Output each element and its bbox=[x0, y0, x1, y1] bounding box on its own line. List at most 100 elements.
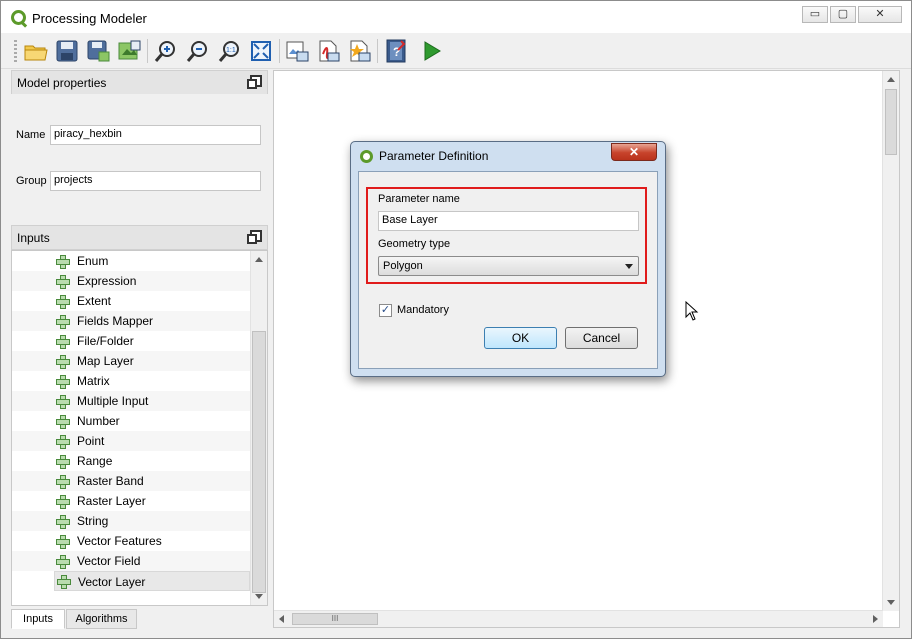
qgis-logo-icon bbox=[360, 150, 373, 163]
save-as-icon[interactable] bbox=[85, 38, 111, 64]
list-item[interactable]: Extent bbox=[12, 291, 250, 311]
add-parameter-icon bbox=[56, 495, 70, 509]
undock-icon[interactable] bbox=[247, 230, 262, 244]
mandatory-label: Mandatory bbox=[397, 304, 449, 316]
scrollbar-thumb[interactable] bbox=[885, 89, 897, 155]
add-parameter-icon bbox=[56, 355, 70, 369]
list-item[interactable]: Fields Mapper bbox=[12, 311, 250, 331]
help-icon[interactable]: ? bbox=[383, 38, 409, 64]
scroll-up-icon[interactable] bbox=[255, 257, 263, 262]
add-parameter-icon bbox=[56, 315, 70, 329]
geometry-type-label: Geometry type bbox=[378, 238, 451, 250]
scroll-down-icon[interactable] bbox=[887, 600, 895, 605]
name-label: Name bbox=[16, 129, 46, 141]
list-item[interactable]: Vector Field bbox=[12, 551, 250, 571]
group-label: Group bbox=[16, 175, 47, 187]
title-bar: Processing Modeler ▭ ▢ ✕ bbox=[1, 1, 911, 33]
add-parameter-icon bbox=[56, 335, 70, 349]
scroll-up-icon[interactable] bbox=[887, 77, 895, 82]
export-svg-icon[interactable] bbox=[346, 38, 372, 64]
geometry-type-select[interactable]: Polygon bbox=[378, 256, 639, 276]
list-item[interactable]: Map Layer bbox=[12, 351, 250, 371]
mouse-cursor-icon bbox=[685, 301, 699, 321]
undock-icon[interactable] bbox=[247, 75, 262, 89]
run-icon[interactable] bbox=[419, 38, 445, 64]
geometry-type-value: Polygon bbox=[383, 260, 423, 272]
scroll-down-icon[interactable] bbox=[255, 594, 263, 599]
scrollbar-thumb[interactable] bbox=[252, 331, 266, 593]
canvas-horizontal-scrollbar[interactable]: III bbox=[274, 610, 883, 627]
zoom-actual-icon[interactable]: 1:1 bbox=[217, 38, 243, 64]
export-pdf-icon[interactable] bbox=[315, 38, 341, 64]
window-title: Processing Modeler bbox=[32, 11, 147, 26]
svg-text:?: ? bbox=[393, 45, 400, 59]
list-item[interactable]: Expression bbox=[12, 271, 250, 291]
export-image-icon[interactable] bbox=[284, 38, 310, 64]
list-item[interactable]: Raster Layer bbox=[12, 491, 250, 511]
add-parameter-icon bbox=[56, 395, 70, 409]
list-item[interactable]: Enum bbox=[12, 251, 250, 271]
add-parameter-icon bbox=[56, 375, 70, 389]
tab-algorithms[interactable]: Algorithms bbox=[66, 609, 137, 629]
parameter-name-label: Parameter name bbox=[378, 193, 460, 205]
list-item-selected[interactable]: Vector Layer bbox=[54, 571, 250, 591]
model-properties-panel bbox=[11, 94, 268, 222]
scrollbar-thumb[interactable]: III bbox=[292, 613, 378, 625]
dialog-title: Parameter Definition bbox=[379, 149, 489, 163]
add-parameter-icon bbox=[56, 275, 70, 289]
minimize-button[interactable]: ▭ bbox=[802, 6, 828, 23]
save-project-icon[interactable] bbox=[116, 38, 142, 64]
list-item[interactable]: File/Folder bbox=[12, 331, 250, 351]
close-button[interactable]: ✕ bbox=[858, 6, 902, 23]
toolbar-grip[interactable] bbox=[14, 40, 17, 62]
add-parameter-icon bbox=[56, 455, 70, 469]
add-parameter-icon bbox=[56, 295, 70, 309]
model-name-input[interactable]: piracy_hexbin bbox=[50, 125, 261, 145]
list-item[interactable]: Matrix bbox=[12, 371, 250, 391]
toolbar-separator bbox=[377, 39, 378, 63]
dialog-body: Parameter name Base Layer Geometry type … bbox=[358, 171, 658, 369]
model-group-input[interactable]: projects bbox=[50, 171, 261, 191]
list-item[interactable]: Vector Features bbox=[12, 531, 250, 551]
zoom-full-icon[interactable] bbox=[248, 38, 274, 64]
chevron-down-icon bbox=[625, 264, 633, 269]
ok-button[interactable]: OK bbox=[484, 327, 557, 349]
qgis-logo-icon bbox=[11, 10, 26, 25]
model-properties-title: Model properties bbox=[17, 76, 107, 90]
list-item[interactable]: Raster Band bbox=[12, 471, 250, 491]
add-parameter-icon bbox=[57, 575, 71, 589]
list-item[interactable]: Range bbox=[12, 451, 250, 471]
folder-icon[interactable] bbox=[23, 38, 49, 64]
parameter-name-input[interactable]: Base Layer bbox=[378, 211, 639, 231]
inputs-title: Inputs bbox=[17, 231, 50, 245]
processing-modeler-window: Processing Modeler ▭ ▢ ✕ 1:1 ? Model pro… bbox=[0, 0, 912, 639]
add-parameter-icon bbox=[56, 415, 70, 429]
svg-text:1:1: 1:1 bbox=[226, 47, 236, 54]
toolbar-separator bbox=[147, 39, 148, 63]
parameter-definition-dialog: Parameter Definition ✕ Parameter name Ba… bbox=[350, 141, 666, 377]
mandatory-checkbox[interactable]: ✓ bbox=[379, 304, 392, 317]
tab-inputs[interactable]: Inputs bbox=[11, 609, 65, 629]
toolbar: 1:1 ? bbox=[1, 33, 911, 69]
add-parameter-icon bbox=[56, 475, 70, 489]
list-item[interactable]: String bbox=[12, 511, 250, 531]
cancel-button[interactable]: Cancel bbox=[565, 327, 638, 349]
maximize-button[interactable]: ▢ bbox=[830, 6, 856, 23]
list-item[interactable]: Multiple Input bbox=[12, 391, 250, 411]
zoom-in-icon[interactable] bbox=[153, 38, 179, 64]
scroll-right-icon[interactable] bbox=[873, 615, 878, 623]
scroll-left-icon[interactable] bbox=[279, 615, 284, 623]
save-icon[interactable] bbox=[54, 38, 80, 64]
list-item[interactable]: Number bbox=[12, 411, 250, 431]
add-parameter-icon bbox=[56, 255, 70, 269]
add-parameter-icon bbox=[56, 555, 70, 569]
inputs-list: Enum Expression Extent Fields Mapper Fil… bbox=[11, 250, 268, 606]
add-parameter-icon bbox=[56, 515, 70, 529]
canvas-vertical-scrollbar[interactable] bbox=[882, 71, 899, 611]
dialog-close-button[interactable]: ✕ bbox=[611, 143, 657, 161]
zoom-out-icon[interactable] bbox=[185, 38, 211, 64]
inputs-scrollbar[interactable] bbox=[250, 251, 267, 605]
add-parameter-icon bbox=[56, 435, 70, 449]
inputs-header: Inputs bbox=[11, 225, 268, 250]
list-item[interactable]: Point bbox=[12, 431, 250, 451]
